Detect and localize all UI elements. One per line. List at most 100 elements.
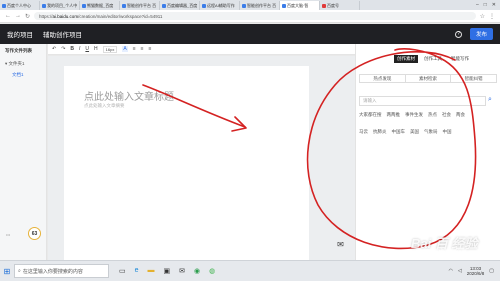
tab-smart-writing[interactable]: 智能写作 [448,55,472,63]
topic-chip[interactable]: 气象局 [424,129,438,135]
segment-hot-topics[interactable]: 热点发现 [360,75,406,82]
url-field[interactable]: https://ai.baidu.com/creation/main/edito… [34,12,476,20]
redo-icon[interactable]: ↷ [61,46,65,52]
topic-chip[interactable]: 抗肺炎 [373,129,387,135]
tab-favicon-icon [322,3,326,8]
topic-chip[interactable]: 热点 [428,112,437,118]
italic-icon[interactable]: I [79,46,80,52]
material-search-input[interactable]: 请输入 [359,96,486,106]
publish-button[interactable]: 发布 [469,28,493,40]
underline-icon[interactable]: U [85,46,89,52]
material-panel: 创作素材 创作工具 智能写作 热点发现 素材检索 智能纠错 请输入 ⌕ 大家都在… [355,44,500,260]
forward-icon[interactable]: → [15,13,21,19]
undo-icon[interactable]: ↶ [52,46,56,52]
taskbar: ⊞ ⌕ 在这里输入你要搜索的内容 ▭ e ▬ ▣ ✉ ◉ ◍ ◠ ◁ 13:03… [0,260,500,281]
topic-chip[interactable]: 两两推 [387,112,401,118]
topic-row: 大家都在搜 两两推 事件生发 热点 社会 两会 [359,112,465,118]
minimize-icon[interactable]: – [476,2,479,8]
browser-tab[interactable]: 远程AI辅助写作 [200,1,240,10]
heading-icon[interactable]: H [94,46,98,52]
task-view-icon[interactable]: ▭ [119,267,126,275]
window-controls: – □ ✕ [476,0,500,10]
topic-chip[interactable]: 大家都在搜 [359,112,382,118]
browser-tab[interactable]: 百度编辑器_百度 [160,1,200,10]
browser-tab[interactable]: 熊猫数据_百度 [80,1,120,10]
browser-tab[interactable]: 我的项目_个人中 [40,1,80,10]
tab-tools[interactable]: 创作工具 [421,55,445,63]
tab-favicon-icon [2,3,6,8]
browser-tab[interactable]: 百度号 [320,1,360,10]
search-icon[interactable]: ⌕ [488,96,492,104]
segment-material-search[interactable]: 素材检索 [406,75,452,82]
network-icon[interactable]: ◠ [449,268,453,274]
panel-tabs: 创作素材 创作工具 智能写作 [394,55,472,63]
topic-chip[interactable]: 事件生发 [405,112,423,118]
app-header: 我的项目 辅助创作项目 ? 发布 [0,24,500,44]
topic-chip[interactable]: 社会 [442,112,451,118]
editor-page[interactable]: 点此处输入文章标题 点此处输入文章摘要 [64,66,309,260]
topic-chip[interactable]: 两会 [456,112,465,118]
back-icon[interactable]: ← [5,13,11,19]
wechat-icon[interactable]: ◍ [209,267,215,275]
close-icon[interactable]: ✕ [492,2,496,8]
tab-favicon-icon [202,3,206,8]
tab-favicon-icon [162,3,166,8]
topic-chip[interactable]: 美国 [410,129,419,135]
panel-segments: 热点发现 素材检索 智能纠错 [359,74,497,83]
watermark-url: jingyan.baidu.com [424,248,465,254]
tab-materials[interactable]: 创作素材 [394,55,418,63]
mail-app-icon[interactable]: ✉ [179,267,185,275]
sidebar-doc[interactable]: 文档1 [0,70,46,80]
title-input[interactable]: 点此处输入文章标题 [84,88,174,103]
topic-chip[interactable]: 马云 [359,129,368,135]
topic-chip[interactable]: 中国车 [392,129,406,135]
help-icon[interactable]: ? [454,30,462,38]
tab-favicon-icon [42,3,46,8]
breadcrumb-current: 辅助创作项目 [43,32,82,39]
bold-icon[interactable]: B [70,46,74,52]
system-tray: ◠ ◁ 13:03 2020/6/8 ▢ [449,266,500,277]
summary-input[interactable]: 点此处输入文章摘要 [84,103,125,109]
tab-favicon-icon [282,3,286,8]
sidebar-folder[interactable]: ▾ 文件夹1 [0,58,46,70]
file-explorer-icon[interactable]: ▬ [148,267,155,275]
tab-favicon-icon [82,3,86,8]
windows-start-icon[interactable]: ⊞ [0,267,14,276]
sidebar-title: 写作文件列表 [5,48,32,53]
text-color-icon[interactable]: A [122,46,128,52]
topic-chip[interactable]: 中国 [443,129,452,135]
browser-tab[interactable]: 智能创作平台 百 [240,1,280,10]
font-size-select[interactable]: 16px [102,45,118,53]
browser-tab[interactable]: 智能创作平台 百 [120,1,160,10]
store-icon[interactable]: ▣ [164,267,171,275]
score-badge[interactable]: 63 [28,227,41,240]
taskbar-apps: ▭ e ▬ ▣ ✉ ◉ ◍ [119,267,215,275]
browser-tab-active[interactable]: 百度大脑·智 [280,1,320,10]
browser-tab-strip: 百度个人中心 我的项目_个人中 熊猫数据_百度 智能创作平台 百 百度编辑器_百… [0,0,500,10]
edge-icon[interactable]: e [135,267,139,275]
search-icon: ⌕ [18,268,21,274]
clock[interactable]: 13:03 2020/6/8 [467,266,485,277]
tab-favicon-icon [122,3,126,8]
segment-error-check[interactable]: 智能纠错 [451,75,496,82]
volume-icon[interactable]: ◁ [458,268,462,274]
menu-icon[interactable]: ⋮ [489,13,495,20]
align-center-icon[interactable]: ≡ [141,46,144,52]
editor-canvas: 点此处输入文章标题 点此处输入文章摘要 ✉ [48,56,355,260]
star-icon[interactable]: ☆ [480,13,485,20]
taskbar-search[interactable]: ⌕ 在这里输入你要搜索的内容 [14,264,109,278]
mail-icon[interactable]: ✉ [335,240,346,249]
browser-tab[interactable]: 百度个人中心 [0,1,40,10]
notification-icon[interactable]: ▢ [489,268,494,274]
address-bar: ← → ↻ https://ai.baidu.com/creation/main… [0,10,500,23]
align-left-icon[interactable]: ≡ [133,46,136,52]
breadcrumb-project[interactable]: 我的项目 [7,29,33,39]
more-icon[interactable]: ••• [6,232,10,237]
align-right-icon[interactable]: ≡ [149,46,152,52]
tab-favicon-icon [242,3,246,8]
topic-row: 马云 抗肺炎 中国车 美国 气象局 中国 [359,129,452,135]
maximize-icon[interactable]: □ [484,2,487,8]
reload-icon[interactable]: ↻ [25,13,30,20]
chrome-icon[interactable]: ◉ [194,267,200,275]
file-sidebar: 写作文件列表 ▾ 文件夹1 文档1 ••• 63 [0,44,47,260]
